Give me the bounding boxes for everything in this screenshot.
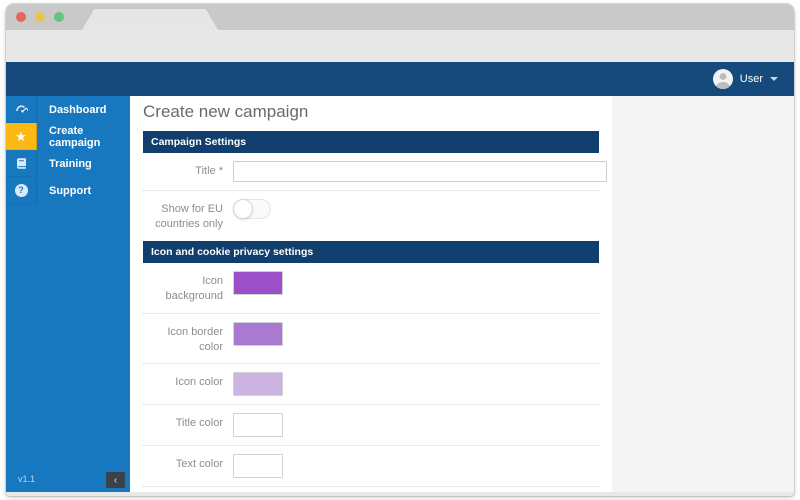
browser-window: User Dashboard ★ Create campaign [6,4,794,496]
main-content: Create new campaign Campaign Settings Ti… [130,96,794,492]
icon-border-color-picker[interactable] [233,322,283,346]
eu-countries-toggle[interactable] [233,199,271,219]
form-row-icon-border-color: Icon border color [143,314,599,365]
browser-address-bar[interactable] [6,30,794,62]
dashboard-icon [6,96,37,123]
sidebar-item-dashboard[interactable]: Dashboard [6,96,130,123]
icon-color-picker[interactable] [233,372,283,396]
user-avatar-icon [713,69,733,89]
form-panel: Create new campaign Campaign Settings Ti… [130,96,612,492]
minimize-window-button[interactable] [35,12,45,22]
section-header-icon-cookie-privacy: Icon and cookie privacy settings [143,241,599,263]
sidebar-item-label: Training [37,150,130,177]
title-color-picker[interactable] [233,413,283,437]
chevron-down-icon [770,77,778,81]
text-color-picker[interactable] [233,454,283,478]
user-menu-label: User [740,73,763,85]
section-title: Campaign Settings [151,136,246,148]
color-field-label: Text color [143,454,223,472]
icon-background-color-picker[interactable] [233,271,283,295]
app-viewport: User Dashboard ★ Create campaign [6,62,794,492]
title-input[interactable] [233,161,607,182]
browser-title-bar [6,4,794,30]
star-icon: ★ [6,123,37,150]
user-menu[interactable]: User [713,69,778,89]
color-field-label: Icon background [143,271,223,305]
section-header-campaign-settings: Campaign Settings [143,131,599,153]
chevron-left-icon: ‹ [114,475,117,486]
app-version: v1.1 [18,474,35,484]
color-field-label: Title color [143,413,223,431]
toggle-knob [233,199,253,219]
question-icon: ? [6,177,37,204]
form-row-title: Title * [143,153,599,191]
sidebar-collapse-button[interactable]: ‹ [106,472,125,488]
form-row-cookie-accept-button-color: Cookie policy accept button [143,487,599,492]
color-field-label: Icon color [143,372,223,390]
sidebar-item-create-campaign[interactable]: ★ Create campaign [6,123,130,150]
sidebar-item-label: Dashboard [37,96,130,123]
form-row-title-color: Title color [143,405,599,446]
app-body: Dashboard ★ Create campaign Training ? [6,96,794,492]
eu-toggle-label: Show for EU countries only [143,199,223,233]
book-icon [6,150,37,177]
screenshot-canvas: User Dashboard ★ Create campaign [0,0,800,500]
window-controls [16,12,64,22]
sidebar-item-label: Support [37,177,130,204]
section-title: Icon and cookie privacy settings [151,246,313,258]
page-title: Create new campaign [143,102,599,122]
form-row-icon-color: Icon color [143,364,599,405]
sidebar-item-label: Create campaign [37,123,130,150]
sidebar: Dashboard ★ Create campaign Training ? [6,96,130,492]
form-row-icon-background: Icon background [143,263,599,314]
maximize-window-button[interactable] [54,12,64,22]
browser-tab[interactable] [82,9,218,30]
color-field-label: Icon border color [143,322,223,356]
sidebar-item-support[interactable]: ? Support [6,177,130,204]
close-window-button[interactable] [16,12,26,22]
form-row-eu-toggle: Show for EU countries only [143,191,599,241]
title-field-label: Title * [143,161,223,179]
sidebar-item-training[interactable]: Training [6,150,130,177]
form-row-text-color: Text color [143,446,599,487]
top-navbar: User [6,62,794,96]
